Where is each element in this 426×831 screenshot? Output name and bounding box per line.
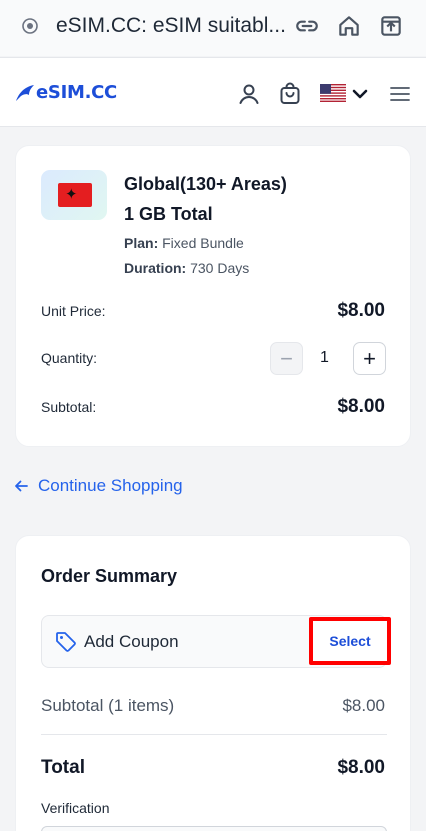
albania-flag-icon: ✦ <box>58 183 92 207</box>
chevron-down-icon[interactable] <box>348 82 372 106</box>
menu-icon[interactable] <box>388 82 412 106</box>
product-plan: Plan: Fixed Bundle <box>124 235 244 251</box>
unit-price-value: $8.00 <box>337 300 385 321</box>
browser-tab-title: eSIM.CC: eSIM suitabl... <box>56 14 286 37</box>
product-duration: Duration: 730 Days <box>124 260 249 276</box>
plan-label: Plan: <box>124 235 159 251</box>
unit-price-label: Unit Price: <box>41 303 106 319</box>
us-flag-icon[interactable] <box>320 84 346 102</box>
logo-text: eSIM.CC <box>36 82 117 103</box>
quantity-value: 1 <box>320 349 329 366</box>
site-header: eSIM.CC <box>0 57 426 127</box>
summary-subtotal-value: $8.00 <box>342 696 385 715</box>
item-subtotal-value: $8.00 <box>337 396 385 417</box>
product-title: Global(130+ Areas) <box>124 174 287 194</box>
summary-subtotal-label: Subtotal (1 items) <box>41 696 175 715</box>
logo[interactable]: eSIM.CC <box>14 82 117 103</box>
arrow-left-icon <box>15 480 28 492</box>
divider <box>41 734 387 735</box>
continue-shopping-label: Continue Shopping <box>38 476 183 495</box>
item-subtotal-label: Subtotal: <box>41 399 97 415</box>
site-info-icon[interactable] <box>22 18 38 34</box>
user-icon[interactable] <box>237 82 261 106</box>
order-summary-title: Order Summary <box>41 566 178 586</box>
verification-label: Verification <box>41 800 110 816</box>
link-icon[interactable] <box>294 13 320 39</box>
quantity-decrease-button[interactable]: − <box>270 342 303 375</box>
product-data-amount: 1 GB Total <box>124 204 213 224</box>
add-coupon-label: Add Coupon <box>84 632 179 651</box>
total-label: Total <box>41 757 85 778</box>
quantity-increase-button[interactable]: + <box>353 342 386 375</box>
tag-icon <box>56 632 76 652</box>
duration-value: 730 Days <box>190 260 250 276</box>
product-thumbnail: ✦ <box>41 170 107 220</box>
plan-value: Fixed Bundle <box>162 235 244 251</box>
share-icon[interactable] <box>378 13 404 39</box>
browser-bar: eSIM.CC: eSIM suitabl... <box>0 0 426 56</box>
continue-shopping-link[interactable]: Continue Shopping <box>14 476 183 496</box>
verification-widget[interactable] <box>41 826 387 831</box>
dolphin-logo-icon <box>16 84 34 101</box>
cart-icon[interactable] <box>278 82 302 106</box>
cart-item-card: ✦ Global(130+ Areas) 1 GB Total Plan: Fi… <box>15 145 411 447</box>
home-icon[interactable] <box>336 13 362 39</box>
total-value: $8.00 <box>337 757 385 778</box>
duration-label: Duration: <box>124 260 187 276</box>
select-coupon-button[interactable]: Select <box>309 617 391 665</box>
quantity-label: Quantity: <box>41 350 98 366</box>
order-summary-card: Order Summary Add Coupon Select Subtotal… <box>15 535 411 831</box>
